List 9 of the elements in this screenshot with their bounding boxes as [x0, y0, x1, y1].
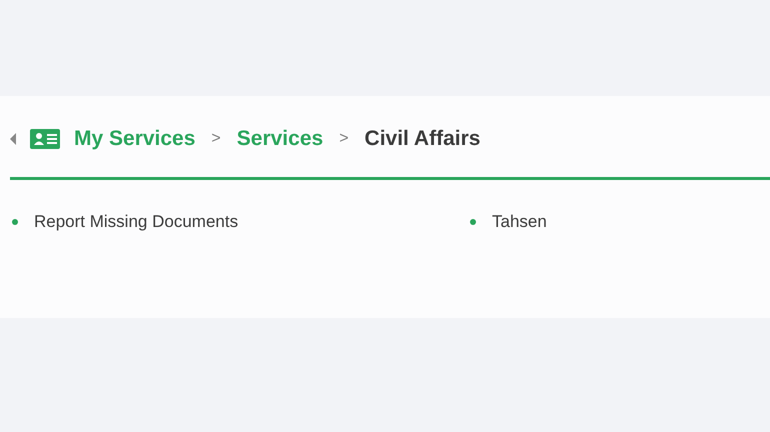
current-page-title: Civil Affairs [364, 126, 480, 150]
bullet-dot [470, 219, 476, 225]
chevron-separator: > [339, 130, 349, 148]
bullet-dot [12, 219, 18, 225]
back-arrow-icon[interactable] [10, 132, 16, 144]
service-link[interactable]: Tahsen [492, 212, 547, 232]
id-card-icon [30, 128, 60, 148]
chevron-separator: > [211, 130, 221, 148]
service-link[interactable]: Report Missing Documents [34, 212, 238, 232]
